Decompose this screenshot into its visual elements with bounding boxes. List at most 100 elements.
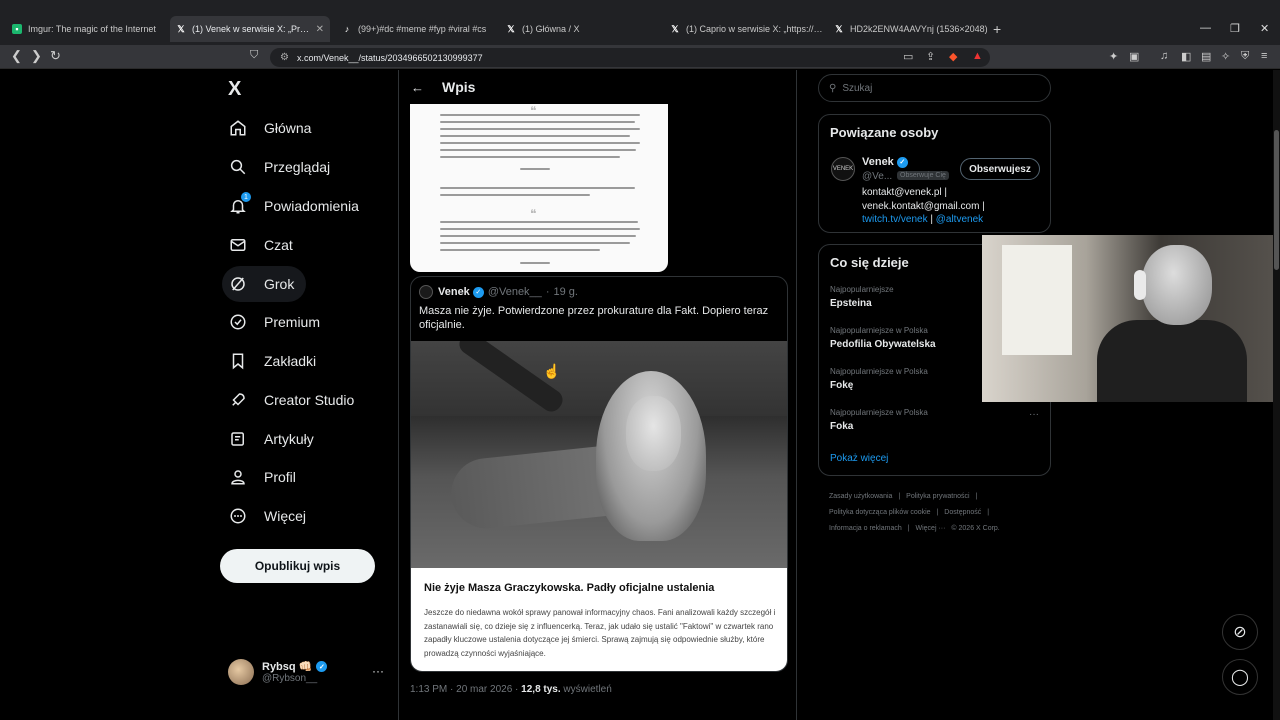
webcam-overlay: [982, 235, 1280, 402]
article-body: Jeszcze do niedawna wokół sprawy panował…: [424, 608, 776, 658]
post-metadata: 1:13 PM · 20 mar 2026 · 12,8 tys. wyświe…: [410, 684, 612, 695]
music-icon[interactable]: ♫: [1160, 50, 1168, 62]
following-button[interactable]: Obserwujesz: [960, 158, 1040, 180]
related-name[interactable]: Venek: [862, 156, 894, 168]
publish-post-button[interactable]: Opublikuj wpis: [220, 549, 375, 583]
brave-shield-icon[interactable]: ◆: [949, 50, 957, 63]
trend-item[interactable]: Najpopularniejsze Epsteina: [830, 285, 894, 309]
footer-link[interactable]: Polityka dotycząca plików cookie: [829, 509, 931, 516]
leo-icon[interactable]: ✧: [1221, 50, 1230, 63]
bookmark-page-icon[interactable]: ⛉: [250, 49, 258, 62]
avatar: [228, 659, 254, 685]
account-switcher[interactable]: Rybsq 👊🏻 ✓ @Rybson__: [228, 659, 328, 685]
grok-icon: [228, 274, 248, 294]
nav-item-grok[interactable]: Grok: [222, 266, 307, 302]
back-button[interactable]: ❮: [11, 48, 22, 64]
minimize-button[interactable]: —: [1200, 22, 1211, 34]
reload-button[interactable]: ↻: [50, 48, 61, 64]
footer-link[interactable]: Informacja o reklamach: [829, 525, 902, 532]
related-bio: kontakt@venek.pl | venek.kontakt@gmail.c…: [862, 187, 985, 225]
nav-item-bookmarks[interactable]: Zakładki: [222, 343, 328, 379]
page-title: Wpis: [442, 79, 476, 95]
back-arrow-icon[interactable]: ←: [411, 80, 424, 95]
trend-item[interactable]: Najpopularniejsze w Polska Pedofilia Oby…: [830, 326, 936, 350]
nav-item-chat[interactable]: Czat: [222, 227, 305, 263]
tab-search-icon[interactable]: ▣: [1129, 50, 1139, 63]
premium-icon: [228, 312, 248, 332]
rocket-icon: [228, 390, 248, 410]
scrollbar-thumb[interactable]: [1274, 130, 1279, 270]
nav-item-creator-studio[interactable]: Creator Studio: [222, 382, 366, 418]
account-name: Rybsq 👊🏻: [262, 661, 313, 673]
quoted-author-handle: @Venek__: [487, 286, 542, 298]
trend-item[interactable]: Najpopularniejsze w Polska Foka: [830, 408, 928, 432]
site-info-icon[interactable]: ⚙: [280, 52, 289, 63]
mail-icon: [228, 235, 248, 255]
vpn-icon[interactable]: ⛨: [1241, 50, 1249, 63]
share-icon[interactable]: ⇪: [926, 50, 935, 63]
extensions-icon[interactable]: ✦: [1109, 50, 1118, 63]
forward-button[interactable]: ❯: [31, 48, 42, 64]
nav-item-home[interactable]: Główna: [222, 110, 323, 146]
close-window-button[interactable]: ✕: [1260, 22, 1269, 35]
browser-tab[interactable]: ♪ (99+)#dc #meme #fyp #viral #cs: [336, 18, 496, 40]
post-timestamp: 1:13 PM · 20 mar 2026 ·: [410, 684, 522, 695]
mouse-cursor-icon: ☝: [543, 363, 561, 379]
browser-tab[interactable]: 𝕏 (1) Główna / X: [500, 18, 660, 40]
trend-item[interactable]: Najpopularniejsze w Polska Fokę: [830, 367, 928, 391]
views-label: wyświetleń: [560, 684, 612, 695]
altvenek-link[interactable]: @altvenek: [936, 214, 983, 225]
browser-tab-active[interactable]: 𝕏 (1) Venek w serwisie X: „Prokurat ✕: [170, 16, 330, 42]
nav-item-articles[interactable]: Artykuły: [222, 421, 326, 457]
footer-link[interactable]: Polityka prywatności: [906, 493, 969, 500]
trend-more-icon[interactable]: ···: [1029, 409, 1039, 420]
browser-tab-bar: ▪ Imgur: The magic of the Internet 𝕏 (1)…: [0, 0, 1280, 45]
footer-link[interactable]: Dostępność: [944, 509, 981, 516]
article-card[interactable]: Nie żyje Masza Graczykowska. Padły oficj…: [411, 568, 787, 671]
nav-item-notifications[interactable]: 1 Powiadomienia: [222, 188, 371, 224]
nav-item-premium[interactable]: Premium: [222, 304, 332, 340]
quoted-post[interactable]: Venek ✓ @Venek__ · 19 g. Masza nie żyje.…: [410, 276, 788, 672]
avatar[interactable]: VENEK: [831, 157, 855, 181]
menu-icon[interactable]: ≡: [1261, 50, 1267, 62]
address-bar[interactable]: ⚙ x.com/Venek__/status/20349665021309993…: [270, 48, 990, 67]
search-placeholder: Szukaj: [842, 82, 873, 94]
related-handle: @Ve...: [862, 171, 893, 182]
related-people-panel: Powiązane osoby VENEK Venek ✓ @Ve... Obse…: [818, 114, 1051, 233]
post-photo[interactable]: ☝: [411, 341, 787, 568]
cast-icon[interactable]: ▭: [903, 50, 913, 63]
panel-title: Powiązane osoby: [830, 125, 939, 140]
grok-fab-icon[interactable]: ⊘: [1222, 614, 1258, 650]
nav-item-more[interactable]: Więcej: [222, 498, 318, 534]
copyright: © 2026 X Corp.: [951, 525, 1000, 532]
search-icon: [228, 157, 248, 177]
browser-tab[interactable]: 𝕏 (1) Caprio w serwisie X: „https://t.co…: [664, 18, 824, 40]
verified-icon: ✓: [316, 661, 328, 672]
close-tab-icon[interactable]: ✕: [316, 24, 324, 35]
sidebar-icon[interactable]: ◧: [1181, 50, 1191, 63]
search-input[interactable]: ⚲ Szukaj: [818, 74, 1051, 102]
verified-icon: ✓: [896, 156, 908, 168]
twitch-link[interactable]: twitch.tv/venek: [862, 214, 928, 225]
chat-fab-icon[interactable]: ◯: [1222, 659, 1258, 695]
quote-mark-icon: ❝: [530, 207, 537, 221]
account-handle: @Rybson__: [262, 673, 318, 684]
article-title: Nie żyje Masza Graczykowska. Padły oficj…: [424, 582, 715, 594]
new-tab-button[interactable]: +: [993, 21, 1001, 37]
browser-tab[interactable]: ▪ Imgur: The magic of the Internet: [6, 18, 166, 40]
x-logo[interactable]: X: [228, 78, 241, 101]
footer-link[interactable]: Więcej ···: [916, 525, 946, 532]
footer-link[interactable]: Zasady użytkowania: [829, 493, 892, 500]
imgur-icon: ▪: [12, 24, 22, 34]
brave-rewards-icon[interactable]: ▲: [972, 50, 983, 62]
wallet-icon[interactable]: ▤: [1201, 50, 1211, 63]
nav-item-profile[interactable]: Profil: [222, 459, 308, 495]
notification-badge: 1: [241, 192, 251, 202]
browser-tab[interactable]: 𝕏 HD2k2ENW4AAVYnj (1536×2048): [828, 18, 988, 40]
show-more-link[interactable]: Pokaż więcej: [830, 453, 888, 464]
maximize-button[interactable]: ❐: [1230, 22, 1240, 35]
account-more-icon[interactable]: ···: [372, 664, 384, 678]
document-image[interactable]: ❝ ❝: [410, 104, 668, 272]
article-icon: [228, 429, 248, 449]
nav-item-explore[interactable]: Przeglądaj: [222, 149, 342, 185]
